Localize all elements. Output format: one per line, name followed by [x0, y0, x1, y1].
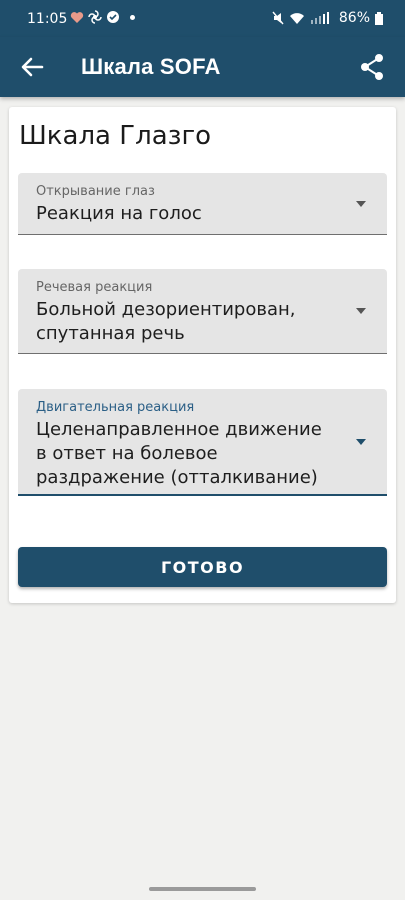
page-title: Шкала SOFA [81, 54, 221, 79]
wifi-icon [289, 12, 304, 24]
app-status-icon [107, 11, 119, 23]
card-title: Шкала Глазго [19, 121, 212, 151]
chevron-down-icon [356, 308, 366, 314]
notification-icons [70, 10, 135, 24]
done-button[interactable]: ГОТОВО [18, 547, 387, 587]
field-label: Двигательная реакция [36, 400, 195, 415]
system-icons: 86% [272, 10, 383, 26]
field-label: Речевая реакция [36, 280, 153, 295]
field-value: Реакция на голос [36, 203, 202, 224]
field-value: Больной дезориентирован, спутанная речь [36, 299, 296, 344]
share-icon[interactable] [357, 52, 387, 82]
signal-icon [310, 12, 329, 24]
battery-icon [375, 11, 383, 25]
chevron-down-icon [356, 201, 366, 207]
status-time: 11:05 [27, 11, 68, 27]
more-notifications-icon [130, 14, 135, 20]
mute-icon [272, 11, 284, 25]
battery-percent: 86% [338, 10, 370, 26]
motor-response-select[interactable]: Двигательная реакция Целенаправленное дв… [18, 389, 387, 496]
app-bar: Шкала SOFA [0, 37, 405, 97]
chevron-down-icon [356, 439, 366, 445]
status-bar: 11:05 86% [0, 0, 405, 37]
eye-opening-select[interactable]: Открывание глаз Реакция на голос [18, 173, 387, 235]
glasgow-card: Шкала Глазго Открывание глаз Реакция на … [9, 107, 396, 603]
verbal-response-select[interactable]: Речевая реакция Больной дезориентирован,… [18, 269, 387, 354]
fan-icon [88, 10, 102, 24]
field-value: Целенаправленное движение в ответ на бол… [36, 419, 322, 488]
arrow-back-icon[interactable] [18, 53, 46, 81]
field-label: Открывание глаз [36, 184, 155, 199]
heart-icon [70, 11, 84, 23]
gesture-handle[interactable] [149, 887, 256, 891]
